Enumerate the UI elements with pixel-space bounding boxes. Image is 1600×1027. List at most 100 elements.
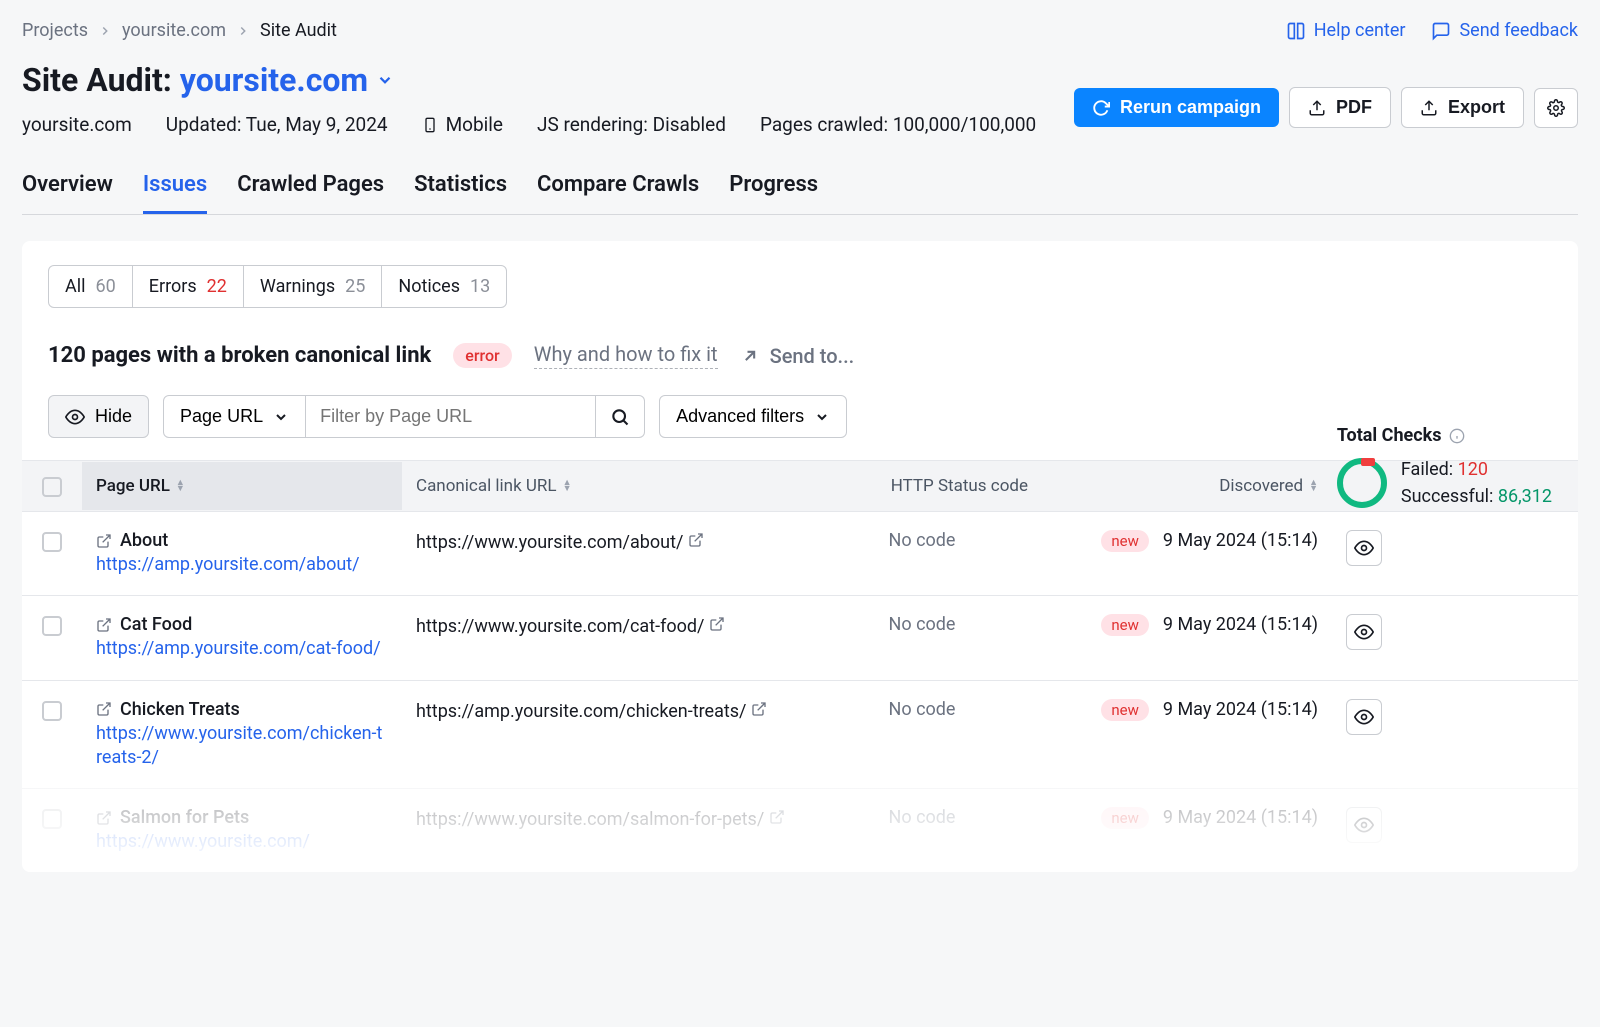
- page-title-link[interactable]: Cat Food: [96, 614, 388, 635]
- external-link-icon[interactable]: [96, 617, 112, 633]
- select-all-checkbox[interactable]: [42, 477, 62, 497]
- external-link-icon[interactable]: [751, 701, 767, 717]
- row-checkbox[interactable]: [42, 809, 62, 829]
- column-page-url[interactable]: Page URL▲▼: [82, 462, 402, 510]
- why-how-to-fix-link[interactable]: Why and how to fix it: [534, 342, 718, 369]
- issue-title: 120 pages with a broken canonical link: [48, 343, 431, 368]
- tab-overview[interactable]: Overview: [22, 172, 113, 214]
- page-title-link[interactable]: About: [96, 530, 388, 551]
- row-checkbox[interactable]: [42, 616, 62, 636]
- column-discovered[interactable]: Discovered▲▼: [1042, 462, 1332, 510]
- view-row-button[interactable]: [1346, 807, 1382, 843]
- eye-icon: [1354, 622, 1374, 642]
- external-link-icon[interactable]: [96, 533, 112, 549]
- book-icon: [1286, 21, 1306, 41]
- view-row-button[interactable]: [1346, 699, 1382, 735]
- canonical-url: https://www.yoursite.com/cat-food/: [402, 608, 802, 667]
- issue-severity-badge: error: [453, 343, 511, 368]
- canonical-url: https://www.yoursite.com/about/: [402, 524, 802, 583]
- breadcrumb: Projects yoursite.com Site Audit: [22, 20, 337, 41]
- status-code: No code: [802, 801, 1042, 860]
- status-code: No code: [802, 524, 1042, 583]
- main-tabs: Overview Issues Crawled Pages Statistics…: [22, 172, 1578, 215]
- tab-compare-crawls[interactable]: Compare Crawls: [537, 172, 699, 214]
- chevron-down-icon: [814, 409, 830, 425]
- filter-all[interactable]: All60: [49, 266, 133, 307]
- page-title-link[interactable]: Chicken Treats: [96, 699, 388, 720]
- new-badge: new: [1101, 807, 1149, 829]
- view-row-button[interactable]: [1346, 530, 1382, 566]
- upload-icon: [1420, 99, 1438, 117]
- external-link-icon[interactable]: [688, 532, 704, 548]
- help-center-link[interactable]: Help center: [1286, 20, 1406, 41]
- tab-issues[interactable]: Issues: [143, 172, 207, 214]
- canonical-url: https://www.yoursite.com/salmon-for-pets…: [402, 801, 802, 860]
- gear-icon: [1547, 99, 1565, 117]
- share-arrow-icon: [740, 346, 760, 366]
- export-button[interactable]: Export: [1401, 87, 1524, 128]
- info-icon[interactable]: [1449, 428, 1465, 444]
- discovered-date: 9 May 2024 (15:14): [1163, 699, 1318, 720]
- breadcrumb-site[interactable]: yoursite.com: [122, 20, 226, 41]
- pdf-button[interactable]: PDF: [1289, 87, 1391, 128]
- filter-notices[interactable]: Notices13: [382, 266, 506, 307]
- chevron-down-icon: [273, 409, 289, 425]
- new-badge: new: [1101, 699, 1149, 721]
- filter-field-select[interactable]: Page URL: [163, 395, 306, 438]
- external-link-icon[interactable]: [709, 616, 725, 632]
- page-title-link[interactable]: Salmon for Pets: [96, 807, 388, 828]
- chevron-right-icon: [236, 24, 250, 38]
- column-status[interactable]: HTTP Status code: [802, 462, 1042, 510]
- tab-progress[interactable]: Progress: [729, 172, 818, 214]
- feedback-icon: [1431, 21, 1451, 41]
- page-title: Site Audit: yoursite.com: [22, 61, 1036, 99]
- breadcrumb-projects[interactable]: Projects: [22, 20, 88, 41]
- eye-icon: [65, 407, 85, 427]
- send-feedback-link[interactable]: Send feedback: [1431, 20, 1578, 41]
- tab-crawled-pages[interactable]: Crawled Pages: [237, 172, 384, 214]
- page-url-link[interactable]: https://www.yoursite.com/: [96, 830, 388, 854]
- subinfo-crawled: Pages crawled: 100,000/100,000: [760, 113, 1036, 136]
- page-url-link[interactable]: https://www.yoursite.com/chicken-treats-…: [96, 722, 388, 771]
- page-url-link[interactable]: https://amp.yoursite.com/about/: [96, 553, 388, 577]
- new-badge: new: [1101, 530, 1149, 552]
- column-canonical[interactable]: Canonical link URL▲▼: [402, 462, 802, 510]
- advanced-filters-button[interactable]: Advanced filters: [659, 395, 847, 438]
- view-row-button[interactable]: [1346, 614, 1382, 650]
- subinfo-device: Mobile: [422, 113, 503, 136]
- page-url-link[interactable]: https://amp.yoursite.com/cat-food/: [96, 637, 388, 661]
- chevron-down-icon: [376, 71, 394, 89]
- discovered-date: 9 May 2024 (15:14): [1163, 614, 1318, 635]
- tab-statistics[interactable]: Statistics: [414, 172, 507, 214]
- canonical-url: https://amp.yoursite.com/chicken-treats/: [402, 693, 802, 777]
- search-button[interactable]: [596, 395, 645, 438]
- send-to-button[interactable]: Send to...: [740, 344, 855, 368]
- refresh-icon: [1092, 99, 1110, 117]
- chevron-right-icon: [98, 24, 112, 38]
- row-checkbox[interactable]: [42, 701, 62, 721]
- rerun-campaign-button[interactable]: Rerun campaign: [1074, 88, 1279, 127]
- filter-errors[interactable]: Errors22: [133, 266, 244, 307]
- successful-count: Successful: 86,312: [1401, 483, 1552, 510]
- settings-button[interactable]: [1534, 88, 1578, 128]
- domain-selector[interactable]: yoursite.com: [180, 61, 394, 99]
- new-badge: new: [1101, 614, 1149, 636]
- external-link-icon[interactable]: [96, 701, 112, 717]
- checks-donut-icon: [1337, 458, 1387, 508]
- issue-filters: All60 Errors22 Warnings25 Notices13: [48, 265, 507, 308]
- eye-icon: [1354, 707, 1374, 727]
- filter-url-input[interactable]: [306, 395, 596, 438]
- discovered-date: 9 May 2024 (15:14): [1163, 530, 1318, 551]
- status-code: No code: [802, 693, 1042, 777]
- filter-warnings[interactable]: Warnings25: [244, 266, 382, 307]
- row-checkbox[interactable]: [42, 532, 62, 552]
- discovered-date: 9 May 2024 (15:14): [1163, 807, 1318, 828]
- failed-count: Failed: 120: [1401, 456, 1552, 483]
- hide-button[interactable]: Hide: [48, 395, 149, 438]
- total-checks-box: Total Checks Failed: 120 Successful: 86,…: [1337, 425, 1552, 510]
- external-link-icon[interactable]: [769, 809, 785, 825]
- eye-icon: [1354, 815, 1374, 835]
- status-code: No code: [802, 608, 1042, 667]
- upload-icon: [1308, 99, 1326, 117]
- external-link-icon[interactable]: [96, 810, 112, 826]
